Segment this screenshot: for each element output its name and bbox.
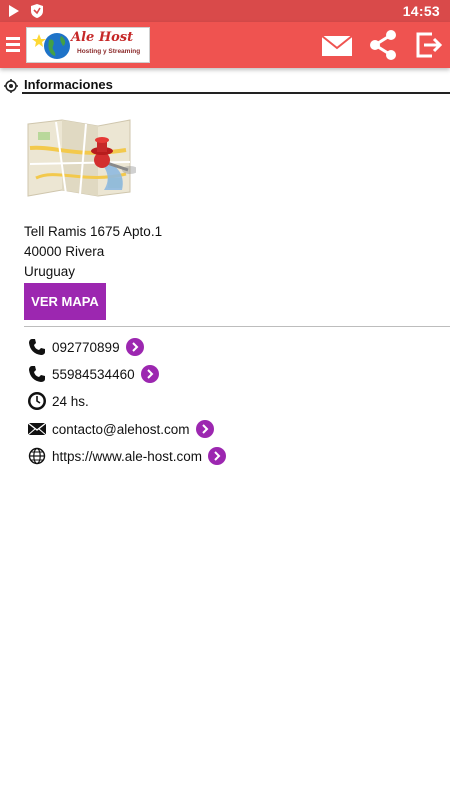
address-line-city: 40000 Rivera	[24, 244, 105, 259]
mail-icon	[26, 418, 48, 440]
menu-button[interactable]	[6, 35, 20, 55]
view-map-button[interactable]: VER MAPA	[24, 283, 106, 320]
envelope-icon	[321, 35, 353, 56]
chevron-right-icon	[201, 424, 208, 434]
section-underline	[22, 92, 450, 94]
phone-icon	[26, 336, 48, 358]
map-thumbnail[interactable]	[26, 118, 138, 198]
address-line-street: Tell Ramis 1675 Apto.1	[24, 224, 163, 239]
chevron-right-icon	[146, 369, 154, 379]
chevron-right-icon	[131, 342, 138, 352]
contact-text: https://www.ale-host.com	[52, 448, 203, 464]
call-arrow-button[interactable]	[140, 365, 159, 383]
menu-icon-bar	[6, 49, 20, 52]
status-time: 14:53	[402, 3, 440, 19]
globe-icon	[26, 445, 48, 467]
phone-icon	[26, 363, 48, 385]
website-arrow-button[interactable]	[208, 447, 227, 465]
chevron-right-icon	[214, 451, 221, 461]
contact-text: 092770899	[52, 339, 120, 355]
address-line-country: Uruguay	[24, 264, 76, 279]
status-icons	[8, 3, 44, 24]
status-bar: 14:53	[0, 0, 450, 22]
exit-icon	[416, 32, 443, 58]
contact-row-hours: 24 hs.	[26, 389, 95, 413]
shield-icon	[30, 3, 44, 24]
section-title: Informaciones	[24, 77, 113, 92]
share-icon	[370, 30, 396, 60]
contact-row-phone-1[interactable]: 092770899	[26, 335, 144, 359]
play-store-icon	[8, 4, 20, 23]
location-target-icon	[4, 79, 18, 93]
contact-row-website[interactable]: https://www.ale-host.com	[26, 444, 227, 468]
mail-button[interactable]	[320, 28, 354, 62]
clock-icon	[26, 390, 48, 412]
contact-row-phone-2[interactable]: 55984534460	[26, 362, 159, 386]
email-arrow-button[interactable]	[195, 420, 214, 438]
call-arrow-button[interactable]	[125, 338, 144, 356]
logo-brand: Ale Host	[71, 30, 134, 45]
address-block: Tell Ramis 1675 Apto.1 40000 Rivera Urug…	[24, 222, 162, 282]
contact-text: 55984534460	[52, 366, 135, 382]
menu-icon-bar	[6, 37, 20, 40]
folded-map-icon	[27, 119, 138, 197]
logo-tagline: Hosting y Streaming	[77, 48, 141, 55]
app-logo[interactable]: Ale Host Hosting y Streaming	[26, 27, 150, 63]
share-button[interactable]	[366, 28, 400, 62]
contact-text: 24 hs.	[52, 393, 89, 409]
contact-row-email[interactable]: contacto@alehost.com	[26, 417, 214, 441]
exit-button[interactable]	[412, 28, 446, 62]
divider	[24, 326, 450, 327]
globe-logo-icon	[32, 33, 70, 59]
app-bar: Ale Host Hosting y Streaming	[0, 22, 450, 68]
menu-icon-bar	[6, 43, 20, 46]
contact-text: contacto@alehost.com	[52, 421, 190, 437]
